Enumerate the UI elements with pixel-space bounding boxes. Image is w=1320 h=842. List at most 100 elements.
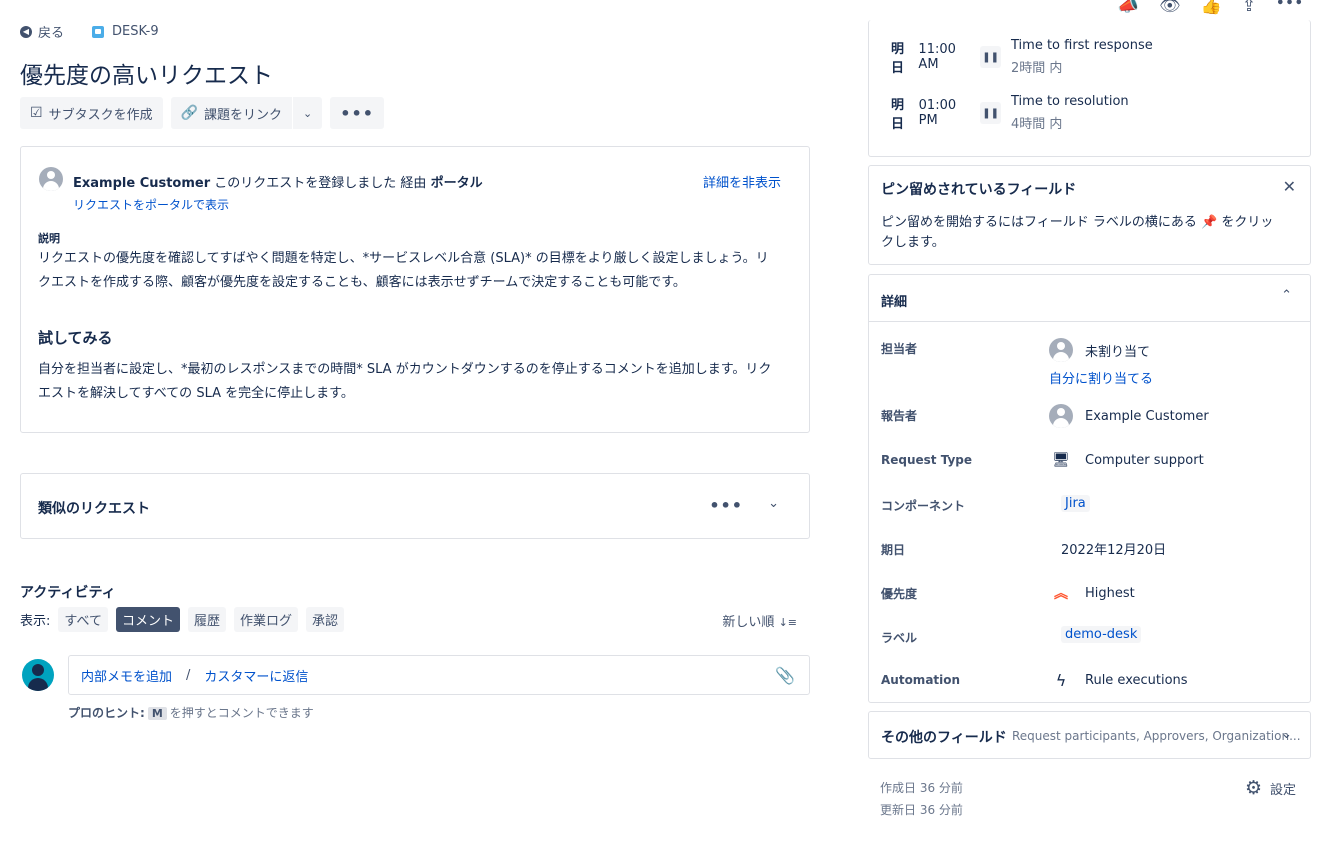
reply-customer-button[interactable]: カスタマーに返信 [204,666,308,685]
link-issue-group: 🔗 課題をリンク ⌄ [170,97,323,129]
sla-name: Time to first response [1011,38,1153,53]
sla-panel: 明日 11:00 AM ❚❚ Time to first response 2時間… [868,20,1311,157]
chevron-up-icon[interactable]: ⌃ [1281,288,1292,303]
attachment-icon[interactable]: 📎 [775,666,795,685]
pro-tip-label: プロのヒント: [68,706,145,720]
automation-label: Automation [881,673,961,687]
request-type-value[interactable]: 🖥 Computer support [1049,452,1204,468]
sla-deadline: 明日 01:00 PM ❚❚ [891,94,1001,132]
back-link[interactable]: 戻る [38,22,64,41]
priority-value[interactable]: ︽ Highest [1049,583,1135,603]
show-label: 表示: [20,614,51,629]
sla-remaining: 4時間 内 [1011,117,1063,132]
service-request-icon [92,25,105,38]
sla-deadline: 明日 11:00 AM ❚❚ [891,38,1002,76]
reporter-line: Example Customer このリクエストを登録しました 経由 ポータル [73,172,483,191]
share-icon[interactable]: ⇪ [1242,0,1256,16]
details-header[interactable]: 詳細 ⌃ [869,275,1310,322]
watch-eye-icon[interactable]: 👁 [1159,0,1181,16]
vote-thumbs-up-icon[interactable]: 👍 [1201,0,1222,16]
more-icon[interactable]: ••• [1276,0,1304,16]
try-it-heading: 試してみる [38,329,113,347]
chevron-down-icon[interactable]: ⌄ [1281,727,1292,742]
due-date-value[interactable]: 2022年12月20日 [1061,539,1166,558]
request-type-name: Computer support [1085,452,1204,468]
pro-tip: プロのヒント: M を押すとコメントできます [68,704,314,721]
components-label: コンポーネント [881,499,966,513]
labels-value[interactable]: demo-desk [1061,626,1142,643]
try-it-text: 自分を担当者に設定し、*最初のレスポンスまでの時間* SLA がカウントダウンす… [38,362,772,401]
reporter-value[interactable]: Example Customer [1049,404,1209,428]
other-fields-heading: その他のフィールド [881,730,1007,746]
view-in-portal-link[interactable]: リクエストをポータルで表示 [73,196,229,213]
request-type-label: Request Type [881,453,973,467]
sla-day: 明日 [891,42,905,76]
assign-to-me-link[interactable]: 自分に割り当てる [1049,368,1153,387]
settings-button[interactable]: ⚙ 設定 [1245,777,1296,799]
created-date: 作成日 36 分前 [880,781,963,795]
assignee-label: 担当者 [881,342,918,356]
details-panel: 詳細 ⌃ 担当者 未割り当て 自分に割り当てる 報告者 Example Cust… [868,274,1311,703]
sla-info: Time to first response 2時間 内 [1011,38,1153,76]
pinned-fields-card: ピン留めされているフィールド ✕ ピン留めを開始するにはフィールド ラベルの横に… [868,165,1311,265]
assignee-value[interactable]: 未割り当て [1049,338,1150,362]
hide-details-link[interactable]: 詳細を非表示 [703,172,781,191]
similar-more-icon[interactable]: ••• [709,496,743,515]
chevron-down-icon[interactable]: ⌄ [768,496,779,511]
paused-icon: ❚❚ [980,46,1002,68]
issue-toolbar: ☑ サブタスクを作成 🔗 課題をリンク ⌄ ••• [20,97,384,129]
activity-filters: 表示: すべて コメント 履歴 作業ログ 承認 [20,607,345,632]
filter-comments[interactable]: コメント [115,607,180,632]
issue-title[interactable]: 優先度の高いリクエスト [20,56,273,90]
paused-icon: ❚❚ [980,102,1001,124]
component-tag[interactable]: Jira [1061,495,1090,512]
create-subtask-button[interactable]: ☑ サブタスクを作成 [20,97,163,129]
sla-row: 明日 11:00 AM ❚❚ Time to first response 2時間… [891,38,1153,76]
filter-all[interactable]: すべて [58,607,108,632]
description-card: Example Customer このリクエストを登録しました 経由 ポータル … [20,146,810,433]
updated-date: 更新日 36 分前 [880,803,963,817]
components-value[interactable]: Jira [1061,495,1090,512]
link-issue-button[interactable]: 🔗 課題をリンク [171,97,292,129]
link-icon: 🔗 [180,105,199,121]
reporter-avatar [1049,404,1073,428]
automation-value[interactable]: ϟ Rule executions [1049,671,1188,690]
current-user-avatar [22,659,54,691]
reporter-name[interactable]: Example Customer [73,176,210,191]
description-text[interactable]: リクエストの優先度を確認してすばやく問題を特定し、*サービスレベル合意 (SLA… [38,247,778,295]
description-label: 説明 [38,232,60,245]
subtask-icon: ☑ [30,105,43,121]
filter-worklog[interactable]: 作業ログ [234,607,299,632]
pinned-text-before: ピン留めを開始するにはフィールド ラベルの横にある [881,215,1202,230]
priority-label: 優先度 [881,587,918,601]
comment-editor[interactable]: 内部メモを追加 / カスタマーに返信 📎 [68,655,810,695]
sort-order-button[interactable]: 新しい順 ↓≡ [722,611,797,630]
lightning-bolt-icon: ϟ [1055,671,1067,690]
internal-note-button[interactable]: 内部メモを追加 [81,666,172,685]
filter-approvals[interactable]: 承認 [306,607,345,632]
sort-label: 新しい順 [722,615,775,630]
similar-requests-label: 類似のリクエスト [38,501,150,517]
label-tag[interactable]: demo-desk [1061,626,1142,643]
more-actions-button[interactable]: ••• [330,97,384,129]
chevron-down-icon: ⌄ [303,106,313,120]
back-arrow-icon[interactable]: ◀ [20,25,32,38]
link-issue-dropdown[interactable]: ⌄ [293,97,322,129]
reporter-avatar[interactable] [39,167,63,191]
activity-heading: アクティビティ [20,585,116,601]
sla-time: 01:00 PM [918,98,957,128]
other-fields-card[interactable]: その他のフィールド Request participants, Approver… [868,711,1311,759]
issue-actions: 📣 👁 👍 ⇪ ••• [1118,0,1304,16]
sla-remaining: 2時間 内 [1011,61,1063,76]
feedback-megaphone-icon[interactable]: 📣 [1118,0,1139,16]
close-icon[interactable]: ✕ [1283,177,1296,196]
assignee-name: 未割り当て [1085,344,1151,360]
details-heading: 詳細 [881,295,908,310]
reporter-action-text: このリクエストを登録しました 経由 [210,176,431,191]
computer-icon: 🖥 [1052,452,1070,468]
automation-name: Rule executions [1085,673,1188,688]
pinned-fields-heading: ピン留めされているフィールド [881,182,1077,198]
unassigned-avatar [1049,338,1073,362]
filter-history[interactable]: 履歴 [187,607,226,632]
issue-key-link[interactable]: DESK-9 [112,24,159,39]
